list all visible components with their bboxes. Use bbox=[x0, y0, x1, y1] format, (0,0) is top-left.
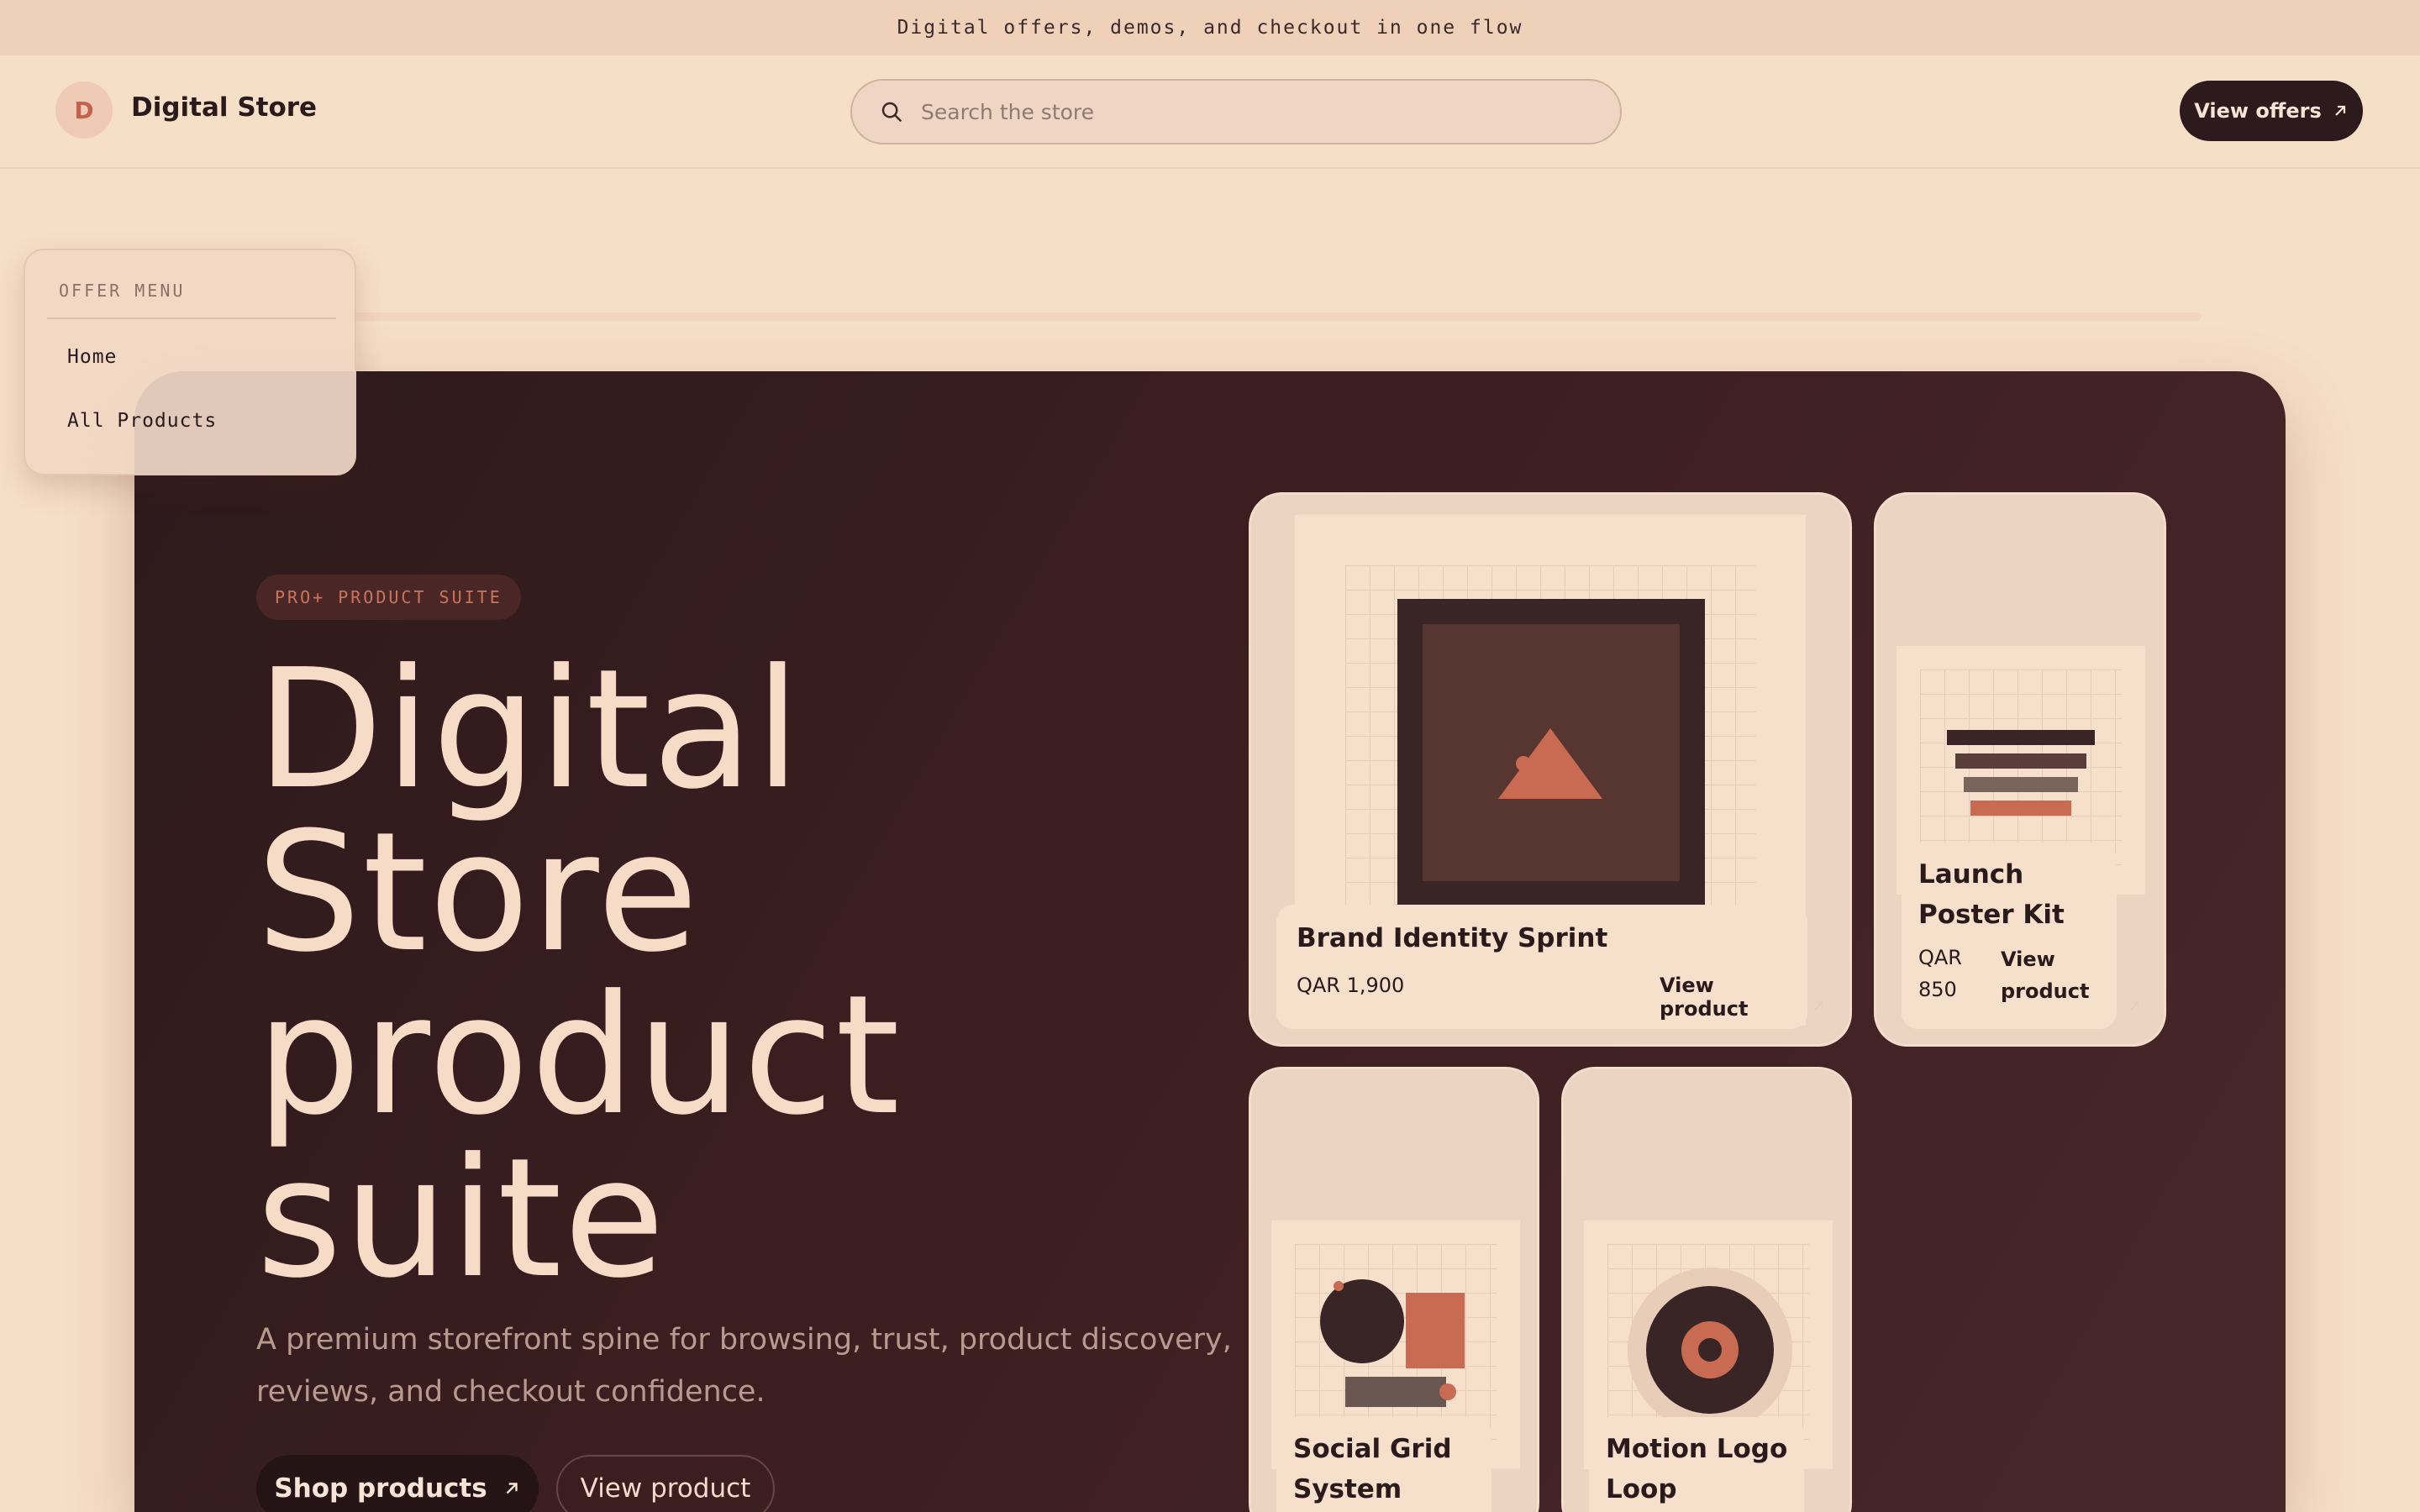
product-view-link[interactable]: View product bbox=[1660, 974, 1807, 1021]
product-title: Social Grid System bbox=[1293, 1429, 1452, 1509]
product-info: Motion Logo Loop bbox=[1589, 1417, 1804, 1512]
offer-menu-heading: OFFER MENU bbox=[59, 281, 186, 301]
hero-title-line: product bbox=[256, 960, 902, 1152]
poster-bar-dark bbox=[1947, 730, 2095, 745]
product-price: QAR 1,900 bbox=[1297, 974, 1405, 997]
product-price: QAR 850 bbox=[1918, 942, 1962, 1005]
announcement-banner: Digital offers, demos, and checkout in o… bbox=[0, 0, 2420, 55]
arrow-up-right-icon bbox=[2334, 105, 2345, 116]
shop-products-button[interactable]: Shop products bbox=[256, 1455, 539, 1512]
product-title-line: Social Grid bbox=[1293, 1434, 1452, 1464]
mountain-icon bbox=[1498, 728, 1602, 799]
product-info: Brand Identity Sprint QAR 1,900 View pro… bbox=[1276, 905, 1807, 1029]
hero-title: Digital Store product suite bbox=[256, 634, 1265, 1315]
product-title-line: Poster Kit bbox=[1918, 900, 2065, 930]
offer-menu-divider bbox=[47, 318, 336, 319]
brand-name[interactable]: Digital Store bbox=[131, 92, 317, 123]
shop-products-label: Shop products bbox=[274, 1473, 487, 1504]
arrow-up-right-icon bbox=[2129, 1001, 2139, 1011]
artwork-dot-accent bbox=[1439, 1383, 1456, 1400]
search-bar[interactable] bbox=[850, 79, 1622, 144]
record-hole bbox=[1698, 1338, 1722, 1362]
hero-title-line: suite bbox=[256, 1123, 667, 1315]
search-input[interactable] bbox=[919, 98, 1558, 125]
product-title-line: Motion Logo bbox=[1606, 1434, 1788, 1464]
product-info: Social Grid System bbox=[1276, 1417, 1491, 1512]
product-title: Motion Logo Loop bbox=[1606, 1429, 1787, 1509]
poster-bar-light bbox=[1964, 777, 2078, 792]
site-header: D Digital Store View offers bbox=[0, 55, 2420, 169]
product-info: Launch Poster Kit QAR 850 View product bbox=[1902, 843, 2117, 1029]
product-title: Launch Poster Kit bbox=[1918, 854, 2065, 935]
artwork-grid bbox=[1920, 669, 2122, 871]
offer-menu: OFFER MENU Home All Products bbox=[24, 249, 356, 475]
view-offers-label: View offers bbox=[2194, 99, 2322, 123]
artwork-rect-base bbox=[1345, 1377, 1446, 1407]
product-view-link[interactable]: View product bbox=[2001, 943, 2089, 1007]
product-title-line: Launch bbox=[1918, 859, 2024, 890]
product-card[interactable]: Motion Logo Loop bbox=[1561, 1067, 1852, 1512]
hero-title-line: Digital bbox=[256, 634, 802, 826]
hero-panel: PRO+ PRODUCT SUITE Digital Store product… bbox=[134, 371, 2286, 1512]
product-card[interactable]: Brand Identity Sprint QAR 1,900 View pro… bbox=[1249, 492, 1852, 1047]
hero-tag: PRO+ PRODUCT SUITE bbox=[256, 575, 521, 620]
product-view-link-line: View bbox=[2001, 948, 2055, 971]
poster-bar-mid bbox=[1955, 753, 2086, 769]
product-price-line: QAR bbox=[1918, 946, 1962, 969]
hero-description: A premium storefront spine for browsing,… bbox=[256, 1323, 1232, 1409]
search-icon bbox=[881, 102, 902, 123]
hero-top-fade bbox=[353, 312, 2202, 321]
hero-title-line: Store bbox=[256, 797, 701, 989]
poster-bar-accent bbox=[1970, 801, 2071, 816]
view-product-label: View product bbox=[580, 1473, 751, 1504]
view-product-button[interactable]: View product bbox=[556, 1455, 775, 1512]
product-view-link-line: product bbox=[2001, 979, 2090, 1003]
menu-item-all-products[interactable]: All Products bbox=[67, 410, 217, 432]
arrow-up-right-icon bbox=[506, 1483, 518, 1494]
view-offers-button[interactable]: View offers bbox=[2180, 81, 2363, 141]
product-title: Brand Identity Sprint bbox=[1297, 923, 1608, 953]
logo-letter: D bbox=[74, 96, 94, 124]
artwork-dot bbox=[1334, 1281, 1344, 1291]
product-card[interactable]: Launch Poster Kit QAR 850 View product bbox=[1874, 492, 2166, 1047]
arrow-up-right-icon bbox=[1813, 1001, 1823, 1011]
artwork-rect-accent bbox=[1406, 1293, 1465, 1368]
product-title-line: System bbox=[1293, 1474, 1402, 1504]
artwork-circle bbox=[1320, 1279, 1404, 1363]
product-price-line: 850 bbox=[1918, 978, 1957, 1001]
menu-item-home[interactable]: Home bbox=[67, 346, 117, 368]
announcement-text: Digital offers, demos, and checkout in o… bbox=[897, 17, 1523, 39]
product-title-line: Loop bbox=[1606, 1474, 1677, 1504]
logo-badge[interactable]: D bbox=[55, 81, 113, 139]
product-card[interactable]: Social Grid System bbox=[1249, 1067, 1539, 1512]
